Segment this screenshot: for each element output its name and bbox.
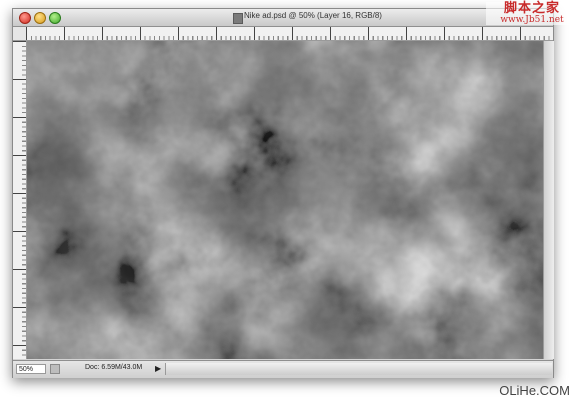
watermark-top-line2: www.Jb51.net	[500, 15, 564, 25]
zoom-level-field[interactable]: 50%	[16, 364, 46, 374]
document-window: Nike ad.psd @ 50% (Layer 16, RGB/8) 50% …	[12, 8, 554, 378]
ruler-origin[interactable]	[13, 27, 27, 41]
window-titlebar[interactable]: Nike ad.psd @ 50% (Layer 16, RGB/8)	[13, 9, 553, 27]
horizontal-scrollbar[interactable]	[165, 363, 552, 375]
status-menu-arrow-icon[interactable]: ▶	[155, 364, 163, 374]
document-size-info: Doc: 6.59M/43.0M	[85, 364, 143, 371]
vertical-scrollbar[interactable]	[543, 41, 554, 359]
zoom-button-icon[interactable]	[49, 12, 61, 24]
close-button-icon[interactable]	[19, 12, 31, 24]
vertical-ruler[interactable]	[13, 41, 27, 359]
status-preview-button[interactable]	[50, 364, 60, 374]
watermark-top-line1: 脚本之家	[503, 1, 560, 16]
horizontal-ruler[interactable]	[26, 27, 553, 41]
image-canvas[interactable]	[27, 41, 543, 359]
status-bar: 50% Doc: 6.59M/43.0M ▶	[13, 360, 553, 378]
clouds-render	[27, 41, 543, 359]
minimize-button-icon[interactable]	[34, 12, 46, 24]
watermark-bottom-right: OLiHe.COM	[499, 383, 570, 398]
watermark-top-right: 脚本之家 www.Jb51.net	[486, 2, 578, 25]
document-icon	[233, 13, 243, 24]
clouds-layer	[27, 41, 543, 359]
window-title: Nike ad.psd @ 50% (Layer 16, RGB/8)	[244, 11, 382, 20]
